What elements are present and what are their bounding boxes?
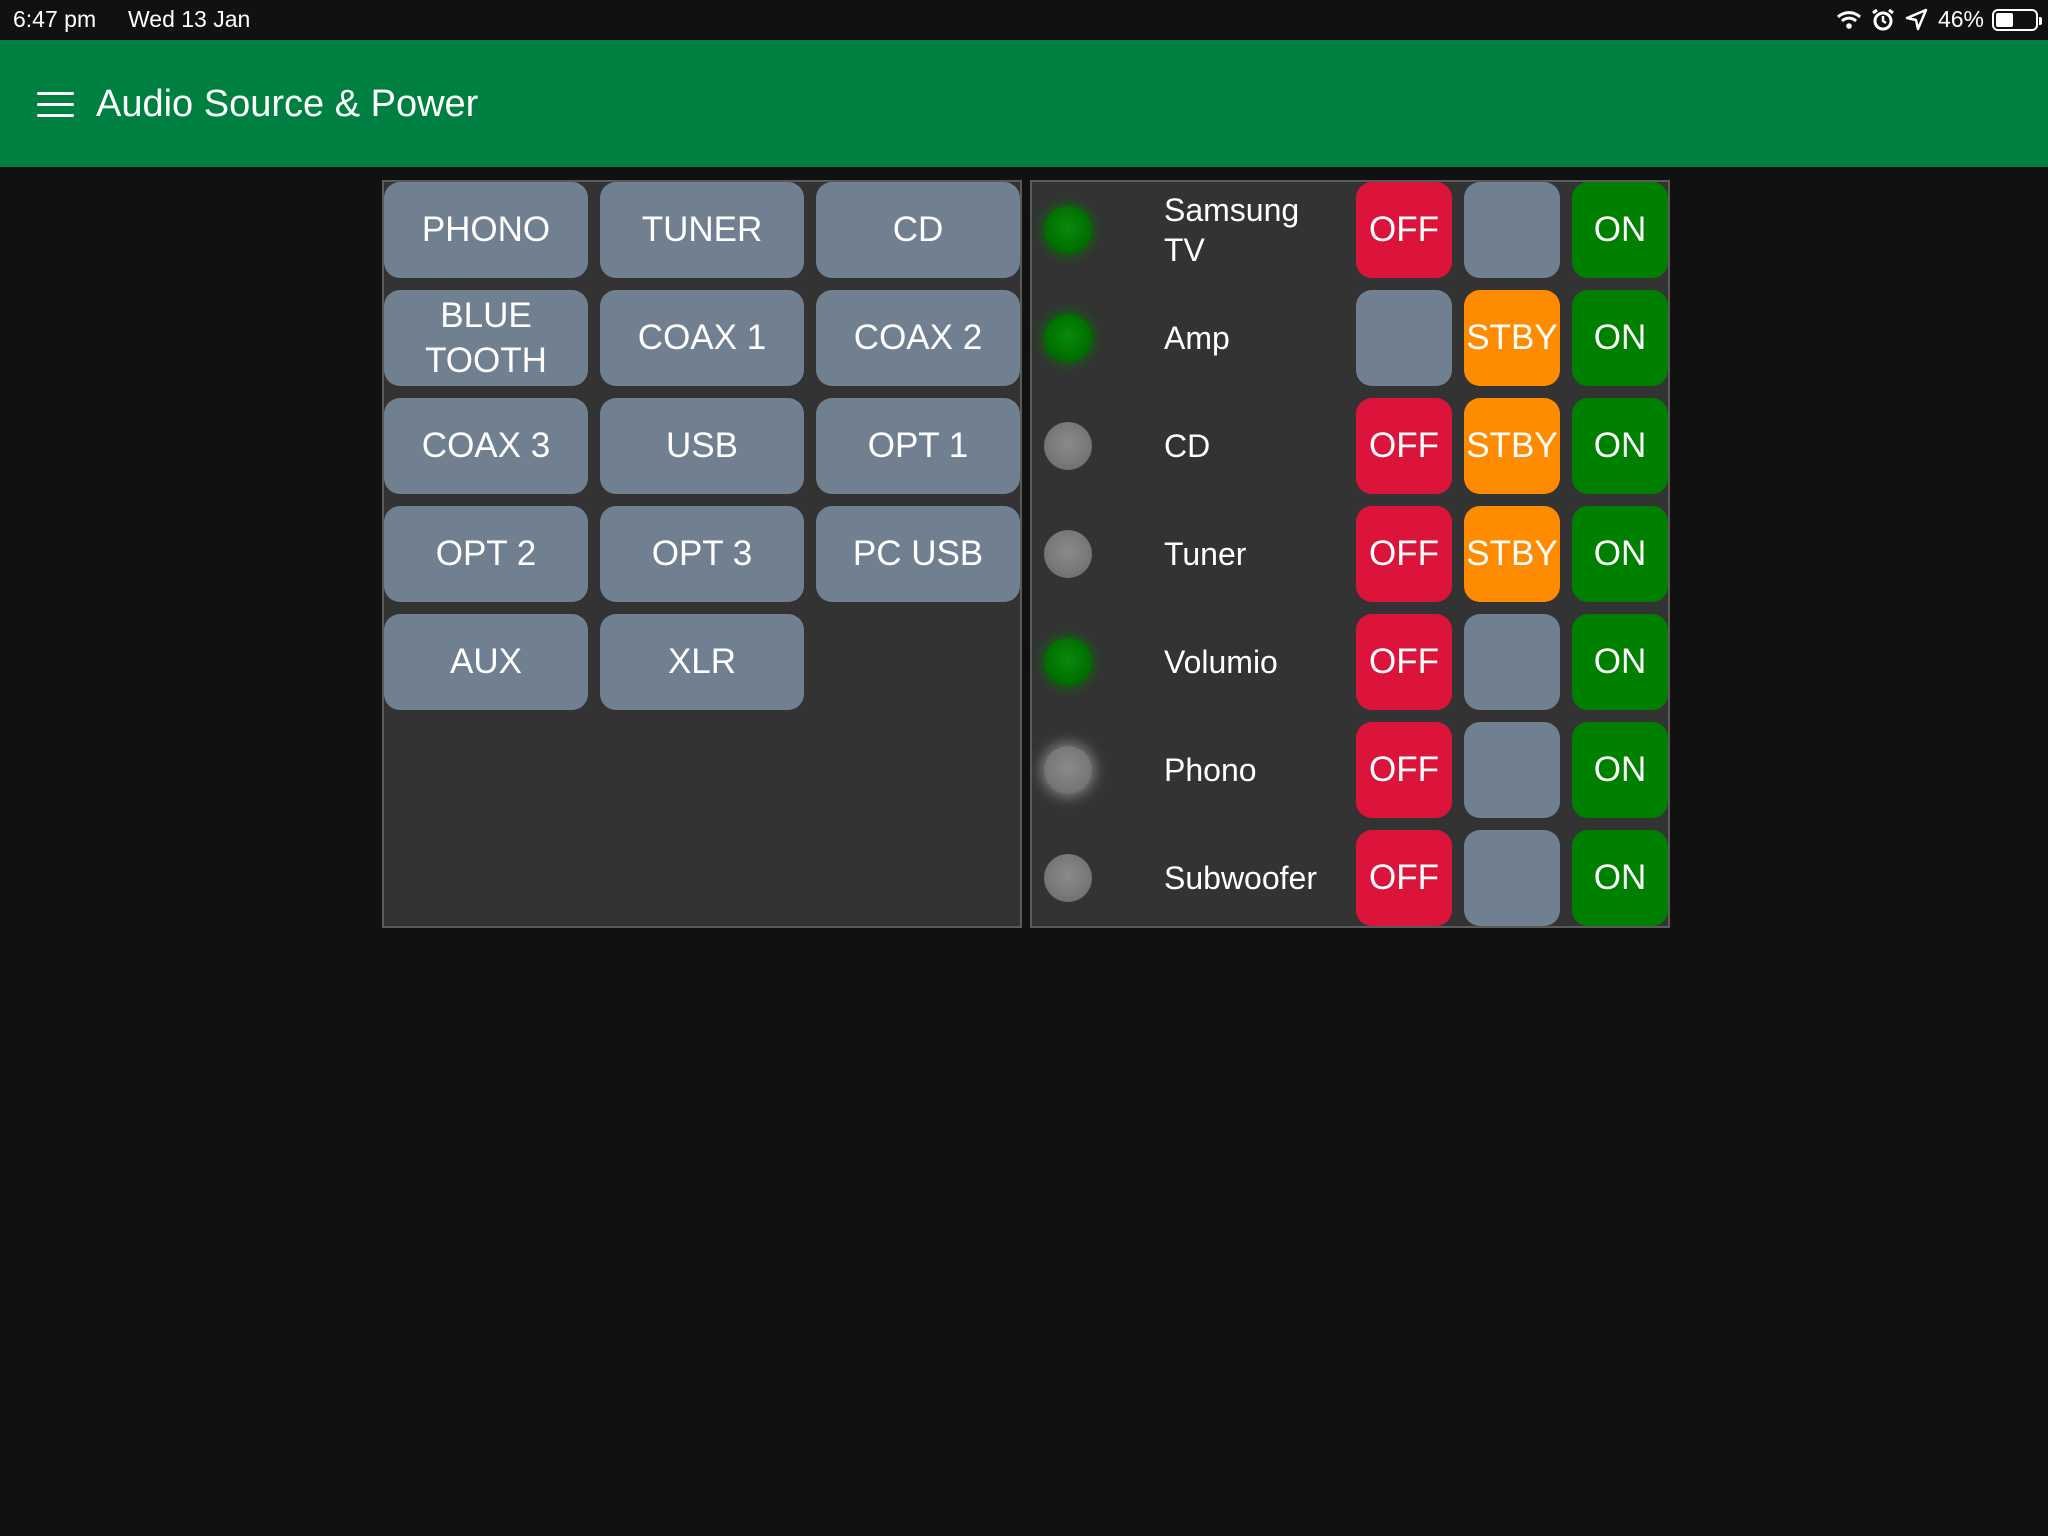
stby-button-phono[interactable]: [1464, 722, 1560, 818]
off-button-volumio[interactable]: OFF: [1356, 614, 1452, 710]
status-date: Wed 13 Jan: [128, 6, 251, 32]
stby-button-amp[interactable]: STBY: [1464, 290, 1560, 386]
battery-fill: [1996, 12, 2014, 27]
off-button-cd[interactable]: OFF: [1356, 398, 1452, 494]
on-button-tuner[interactable]: ON: [1572, 506, 1668, 602]
on-button-cd[interactable]: ON: [1572, 398, 1668, 494]
source-button-xlr[interactable]: XLR: [600, 614, 804, 710]
off-button-phono[interactable]: OFF: [1356, 722, 1452, 818]
on-button-subwoofer[interactable]: ON: [1572, 830, 1668, 926]
source-selector-panel: PHONO TUNER CD BLUE TOOTH COAX 1 COAX 2 COAX 3…: [382, 180, 1022, 928]
page-title: Audio Source & Power: [96, 83, 479, 125]
off-button-subwoofer[interactable]: OFF: [1356, 830, 1452, 926]
source-button-phono[interactable]: PHONO: [384, 182, 588, 278]
status-led-tuner: [1044, 530, 1092, 578]
off-button-tuner[interactable]: OFF: [1356, 506, 1452, 602]
device-name-tuner: Tuner: [1164, 536, 1247, 572]
battery-percent: 46%: [1937, 6, 1984, 32]
source-button-opt-1[interactable]: OPT 1: [816, 398, 1020, 494]
source-button-pc-usb[interactable]: PC USB: [816, 506, 1020, 602]
device-name-subwoofer: Subwoofer: [1164, 860, 1317, 896]
source-button-cd[interactable]: CD: [816, 182, 1020, 278]
wifi-icon: [1836, 7, 1862, 33]
on-button-phono[interactable]: ON: [1572, 722, 1668, 818]
off-button-samsung-tv[interactable]: OFF: [1356, 182, 1452, 278]
status-led-subwoofer: [1044, 854, 1092, 902]
source-button-opt-3[interactable]: OPT 3: [600, 506, 804, 602]
stby-button-samsung-tv[interactable]: [1464, 182, 1560, 278]
source-button-aux[interactable]: AUX: [384, 614, 588, 710]
status-time: 6:47 pm: [13, 6, 97, 32]
status-led-volumio: [1044, 638, 1092, 686]
device-name-cd: CD: [1164, 428, 1211, 464]
power-control-panel: Samsung TV OFF ON Amp STBY ON CD OFF STBY ON Tuner…: [1030, 180, 1670, 928]
source-button-coax-1[interactable]: COAX 1: [600, 290, 804, 386]
status-bar: 6:47 pm Wed 13 Jan 46%: [0, 0, 2048, 40]
status-led-samsung-tv: [1044, 206, 1092, 254]
location-icon: [1904, 7, 1930, 33]
status-indicators: 46%: [1836, 6, 2042, 33]
status-led-cd: [1044, 422, 1092, 470]
off-button-amp[interactable]: [1356, 290, 1452, 386]
source-button-coax-2[interactable]: COAX 2: [816, 290, 1020, 386]
stby-button-volumio[interactable]: [1464, 614, 1560, 710]
stby-button-tuner[interactable]: STBY: [1464, 506, 1560, 602]
on-button-amp[interactable]: ON: [1572, 290, 1668, 386]
on-button-samsung-tv[interactable]: ON: [1572, 182, 1668, 278]
source-button-usb[interactable]: USB: [600, 398, 804, 494]
status-led-phono: [1044, 746, 1092, 794]
on-button-volumio[interactable]: ON: [1572, 614, 1668, 710]
hamburger-menu-icon[interactable]: [37, 92, 74, 118]
source-button-opt-2[interactable]: OPT 2: [384, 506, 588, 602]
device-name-phono: Phono: [1164, 752, 1257, 788]
device-name-samsung-tv: Samsung TV: [1164, 192, 1300, 268]
stby-button-subwoofer[interactable]: [1464, 830, 1560, 926]
device-name-amp: Amp: [1164, 320, 1230, 356]
source-button-tuner[interactable]: TUNER: [600, 182, 804, 278]
alarm-icon: [1870, 7, 1896, 33]
device-name-volumio: Volumio: [1164, 644, 1278, 680]
battery-icon: [1992, 8, 2042, 31]
app-header: Audio Source & Power: [0, 40, 2048, 167]
stby-button-cd[interactable]: STBY: [1464, 398, 1560, 494]
status-led-amp: [1044, 314, 1092, 362]
source-button-blue-tooth[interactable]: BLUE TOOTH: [384, 290, 588, 386]
source-button-coax-3[interactable]: COAX 3: [384, 398, 588, 494]
